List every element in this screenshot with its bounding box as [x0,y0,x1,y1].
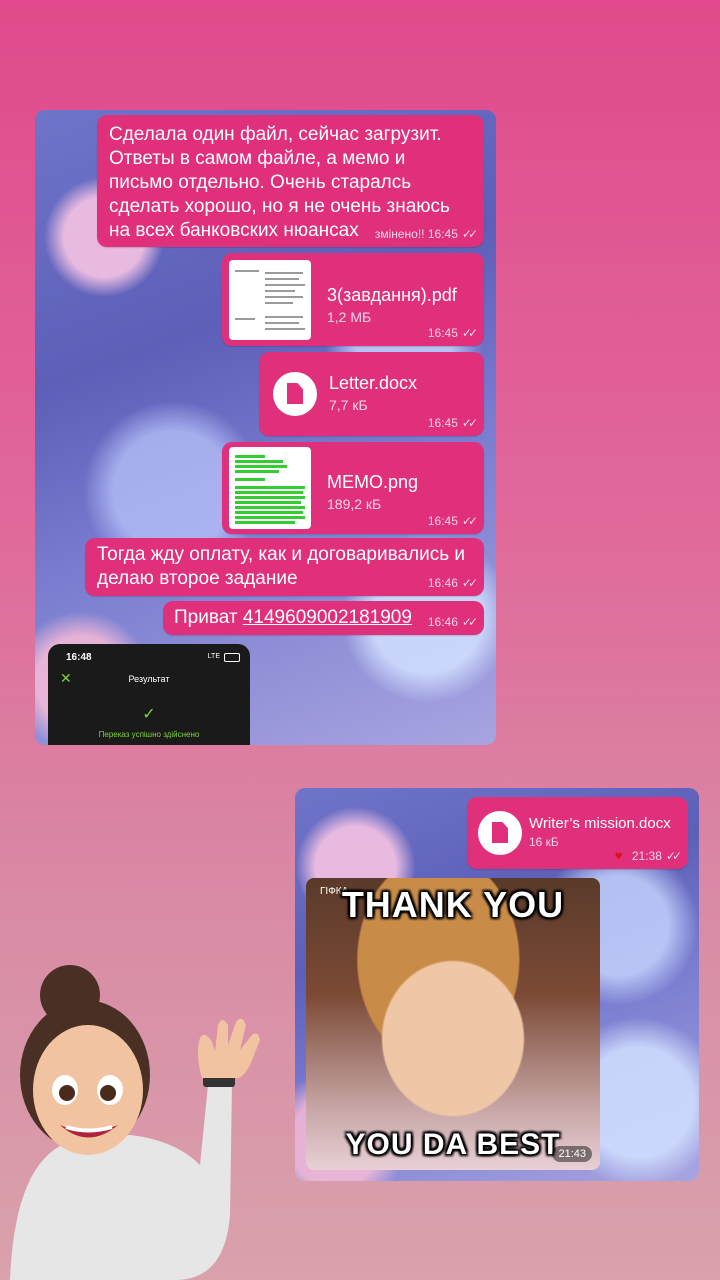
edited-label: змінено!! [374,227,425,241]
gif-message[interactable]: ГІФКА THANK YOU YOU DA BEST 21:43 [306,878,600,1170]
file-message-docx[interactable]: Writer’s mission.docx 16 кБ ♥ 21:38 ✓✓ [467,797,688,869]
file-name: 3(завдання).pdf [327,285,457,305]
message-bubble[interactable]: Тогда жду оплату, как и договаривались и… [85,538,484,596]
battery-icon [224,653,240,662]
double-check-icon: ✓✓ [461,416,478,430]
double-check-icon: ✓✓ [461,514,478,528]
double-check-icon: ✓✓ [461,326,478,340]
message-bubble[interactable]: Приват 4149609002181909 16:46 ✓✓ [163,601,484,635]
image-thumbnail[interactable] [229,447,311,529]
document-icon[interactable] [478,811,522,855]
message-meta: 16:45 ✓✓ [427,514,478,528]
message-text: Тогда жду оплату, как и договаривались и… [97,544,466,589]
result-title: Результат [128,674,170,684]
memoji-avatar [10,965,260,1280]
file-name: Writer’s mission.docx [529,815,671,832]
message-time: 16:45 [427,326,458,340]
card-number-link[interactable]: 4149609002181909 [243,607,412,628]
message-meta: 16:45 ✓✓ [427,326,478,340]
message-meta: 16:45 ✓✓ [427,416,478,430]
file-name: Letter.docx [329,373,418,393]
message-meta: змінено!! 16:45 ✓✓ [374,227,478,241]
heart-icon: ♥ [614,848,623,863]
double-check-icon: ✓✓ [665,849,682,863]
file-size: 189,2 кБ [327,496,382,512]
phone-clock: 16:48 [66,652,92,663]
message-meta: 16:46 ✓✓ [427,576,478,590]
message-bubble[interactable]: Сделала один файл, сейчас загрузит. Отве… [97,115,484,247]
file-size: 16 кБ [529,835,559,849]
message-meta: ♥ 21:38 ✓✓ [614,848,682,863]
double-check-icon: ✓✓ [461,576,478,590]
message-time: 16:45 [427,416,458,430]
transfer-status: Переказ успішно здійснено [98,730,200,739]
bank-name: Приват [174,607,238,628]
message-time: 16:46 [427,615,458,629]
gif-top-caption: THANK YOU [341,884,565,925]
payment-screenshot[interactable]: 16:48 LTE ✕ Результат ✓ Переказ успішно … [48,644,250,745]
check-icon: ✓ [142,706,156,723]
gif-time: 21:43 [552,1146,592,1162]
message-time: 16:46 [427,576,458,590]
double-check-icon: ✓✓ [461,227,478,241]
message-time: 21:38 [631,849,662,863]
document-icon[interactable] [273,372,317,416]
double-check-icon: ✓✓ [461,615,478,629]
chat-screenshot-2: Writer’s mission.docx 16 кБ ♥ 21:38 ✓✓ ГІ… [295,788,699,1181]
chat-screenshot-1: Сделала один файл, сейчас загрузит. Отве… [35,110,496,745]
file-message-docx[interactable]: Letter.docx 7,7 кБ 16:45 ✓✓ [259,352,484,436]
pdf-thumbnail[interactable] [229,260,311,340]
file-name: MEMO.png [327,472,419,492]
message-text: Приват 4149609002181909 [174,606,412,630]
message-time: 16:45 [427,514,458,528]
file-message-pdf[interactable]: 3(завдання).pdf 1,2 МБ 16:45 ✓✓ [222,253,484,346]
file-size: 7,7 кБ [329,397,368,413]
file-size: 1,2 МБ [327,309,372,325]
signal-indicator: LTE [207,653,220,660]
message-text: Сделала один файл, сейчас загрузит. Отве… [109,124,450,241]
message-meta: 16:46 ✓✓ [427,615,478,629]
file-message-png[interactable]: MEMO.png 189,2 кБ 16:45 ✓✓ [222,442,484,534]
message-time: 16:45 [427,227,458,241]
